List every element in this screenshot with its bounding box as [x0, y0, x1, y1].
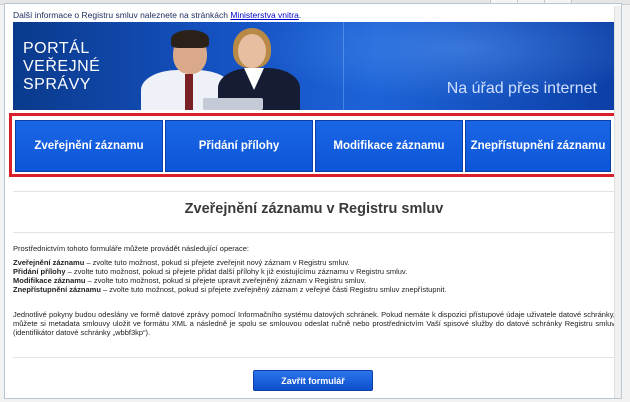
nav-restrict-record[interactable]: Znepřístupnění záznamu [465, 120, 611, 172]
laptop-shape [203, 98, 263, 110]
info-text: Další informace o Registru smluv nalezne… [13, 10, 228, 20]
operation-item: Zveřejnění záznamu – zvolte tuto možnost… [13, 258, 350, 267]
portal-title-line: VEŘEJNÉ [23, 58, 101, 75]
tie-shape [185, 74, 193, 110]
operation-item: Znepřístupnění záznamu – zvolte tuto mož… [13, 285, 447, 294]
intro-text: Prostřednictvím tohoto formuláře můžete … [13, 244, 249, 253]
ministry-link[interactable]: Ministerstva vnitra [230, 10, 299, 20]
divider [13, 232, 615, 233]
vertical-scrollbar[interactable] [614, 6, 621, 398]
portal-banner: PORTÁL VEŘEJNÉ SPRÁVY Na úřad přes inter… [13, 22, 615, 110]
portal-slogan: Na úřad přes internet [446, 80, 597, 97]
operation-item: Přidání přílohy – zvolte tuto možnost, p… [13, 267, 408, 276]
portal-logo-text: PORTÁL VEŘEJNÉ SPRÁVY [23, 40, 100, 94]
portal-title-line: PORTÁL [23, 40, 90, 57]
page-title: Zveřejnění záznamu v Registru smluv [184, 201, 444, 217]
banner-divider [343, 22, 344, 110]
operations-list: Zveřejnění záznamu – zvolte tuto možnost… [13, 258, 615, 294]
nav-publish-record[interactable]: Zveřejnění záznamu [15, 120, 163, 172]
instructions-paragraph: Jednotlivé pokyny budou odeslány ve form… [13, 310, 615, 337]
nav-modify-record[interactable]: Modifikace záznamu [315, 120, 463, 172]
nav-add-attachment[interactable]: Přidání přílohy [165, 120, 313, 172]
divider [13, 357, 615, 358]
info-line: Další informace o Registru smluv nalezne… [13, 10, 301, 20]
info-suffix: . [298, 10, 302, 20]
woman-head [238, 34, 266, 68]
operation-item: Modifikace záznamu – zvolte tuto možnost… [13, 276, 366, 285]
man-hair [171, 30, 209, 48]
form-page: Další informace o Registru smluv nalezne… [4, 3, 622, 399]
close-form-button[interactable]: Zavřít formulář [253, 370, 373, 391]
divider [13, 191, 615, 192]
operation-nav: Zveřejnění záznamu Přidání přílohy Modif… [9, 113, 617, 177]
portal-title-line: SPRÁVY [23, 76, 91, 93]
